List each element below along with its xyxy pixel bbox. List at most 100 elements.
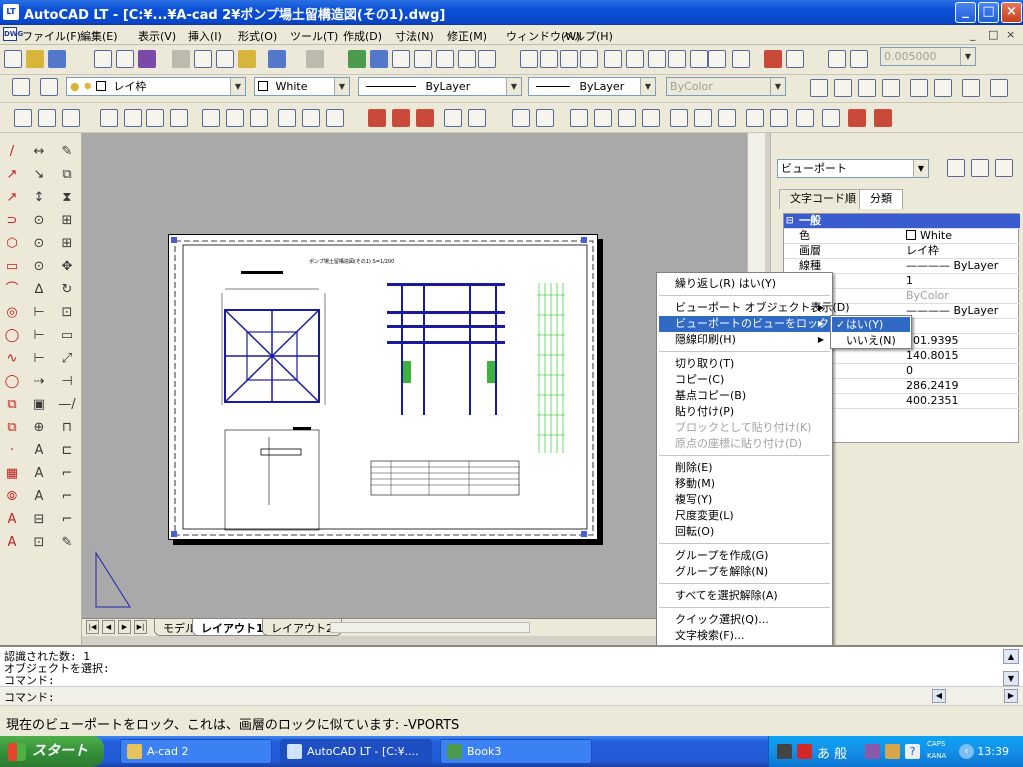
snap-tool-icon[interactable] (796, 109, 814, 127)
menu-item[interactable]: ファイル(F) (22, 28, 81, 44)
snap-tool-icon[interactable] (170, 109, 188, 127)
context-menu-item[interactable]: ビューポートのビューをロック(L) ▶ (659, 316, 844, 332)
context-menu-item[interactable]: 尺度変更(L) (659, 508, 830, 524)
snap-tool-icon[interactable] (302, 109, 320, 127)
dimension-tool-icon[interactable]: ⊡ (30, 534, 48, 552)
snap-tool-icon[interactable] (100, 109, 118, 127)
draw-tool-icon[interactable]: A (3, 534, 21, 552)
snap-tool-icon[interactable] (368, 109, 386, 127)
start-button[interactable]: スタート (0, 736, 104, 767)
toolbar-tool-icon[interactable] (436, 50, 454, 68)
toolbar-tool-icon[interactable] (732, 50, 750, 68)
context-menu-item[interactable]: すべてを選択解除(A) (659, 588, 830, 604)
toolbar-tool-icon[interactable] (540, 50, 558, 68)
snap-tool-icon[interactable] (416, 109, 434, 127)
paste-icon[interactable] (216, 50, 234, 68)
snap-tool-icon[interactable] (822, 109, 840, 127)
zoom-tool-icon[interactable] (934, 79, 952, 97)
menu-item[interactable]: 編集(E) (80, 28, 118, 44)
dimension-tool-icon[interactable]: ⊢ (30, 350, 48, 368)
dimension-tool-icon[interactable]: ⊟ (30, 511, 48, 529)
cut-icon[interactable] (172, 50, 190, 68)
doc-close-button[interactable]: × (1006, 28, 1015, 41)
snap-tool-icon[interactable] (444, 109, 462, 127)
zoom-icon[interactable] (370, 50, 388, 68)
snap-tool-icon[interactable] (594, 109, 612, 127)
match-icon[interactable] (238, 50, 256, 68)
snap-tool-icon[interactable] (226, 109, 244, 127)
modify-tool-icon[interactable]: ▭ (58, 327, 76, 345)
snap-tool-icon[interactable] (670, 109, 688, 127)
menu-item[interactable]: ツール(T) (290, 28, 338, 44)
draw-tool-icon[interactable]: ⊃ (3, 212, 21, 230)
context-menu-item[interactable]: 移動(M) (659, 476, 830, 492)
dimension-tool-icon[interactable]: ⊢ (30, 304, 48, 322)
toolbar-tool-icon[interactable] (828, 50, 846, 68)
dimension-tool-icon[interactable]: ↘ (30, 166, 48, 184)
layer-previous-icon[interactable] (40, 78, 58, 96)
chevron-left-icon[interactable]: ‹ (959, 744, 974, 759)
dimension-tool-icon[interactable]: ⊙ (30, 212, 48, 230)
draw-tool-icon[interactable]: ⧉ (3, 419, 21, 437)
modify-tool-icon[interactable]: ✎ (58, 143, 76, 161)
menu-item[interactable]: 表示(V) (138, 28, 176, 44)
draw-tool-icon[interactable]: ⦾ (3, 488, 21, 506)
command-input-bar[interactable]: コマンド: ◀ ▶ (0, 686, 1023, 705)
draw-tool-icon[interactable]: A (3, 511, 21, 529)
taskbar-button[interactable]: AutoCAD LT - [C:¥.... (280, 739, 432, 764)
menu-item[interactable]: 形式(O) (238, 28, 277, 44)
draw-tool-icon[interactable]: · (3, 442, 21, 460)
dimension-tool-icon[interactable]: A (30, 465, 48, 483)
modify-tool-icon[interactable]: ⌐ (58, 511, 76, 529)
submenu-item[interactable]: いいえ(N) (832, 333, 910, 348)
snap-tool-icon[interactable] (62, 109, 80, 127)
draw-tool-icon[interactable]: ◯ (3, 373, 21, 391)
keyboard-icon[interactable] (777, 744, 792, 759)
snap-tool-icon[interactable] (38, 109, 56, 127)
minimize-button[interactable]: _ (955, 2, 976, 23)
snap-tool-icon[interactable] (326, 109, 344, 127)
context-menu-item[interactable]: 隠線印刷(H) ▶ (659, 332, 830, 348)
snap-tool-icon[interactable] (146, 109, 164, 127)
dimension-tool-icon[interactable]: A (30, 488, 48, 506)
new-icon[interactable] (4, 50, 22, 68)
snap-tool-icon[interactable] (642, 109, 660, 127)
modify-tool-icon[interactable]: ⊡ (58, 304, 76, 322)
draw-tool-icon[interactable]: ⬡ (3, 235, 21, 253)
dimension-tool-icon[interactable]: ▣ (30, 396, 48, 414)
submenu-item[interactable]: ✓ はい(Y) (832, 317, 910, 332)
preview-icon[interactable] (116, 50, 134, 68)
doc-minimize-button[interactable]: _ (970, 28, 976, 41)
document-icon[interactable]: DWG (3, 27, 23, 41)
property-row[interactable]: 画層 レイ枠 (784, 244, 1020, 259)
zoom-tool-icon[interactable] (858, 79, 876, 97)
zoom-tool-icon[interactable] (990, 79, 1008, 97)
lineweight-select[interactable]: ByLayer ▼ (528, 77, 656, 96)
draw-tool-icon[interactable]: ∿ (3, 350, 21, 368)
snap-tool-icon[interactable] (202, 109, 220, 127)
snap-tool-icon[interactable] (694, 109, 712, 127)
context-menu-item[interactable]: 回転(O) (659, 524, 830, 540)
dimension-tool-icon[interactable]: ↔ (30, 143, 48, 161)
dimension-tool-icon[interactable]: ⊢ (30, 327, 48, 345)
ime-pad-icon[interactable] (885, 744, 900, 759)
context-menu-item[interactable]: コピー(C) (659, 372, 830, 388)
toolbar-tool-icon[interactable] (626, 50, 644, 68)
toolbar-tool-icon[interactable] (560, 50, 578, 68)
snap-tool-icon[interactable] (392, 109, 410, 127)
menu-item[interactable]: 作成(D) (343, 28, 382, 44)
layout-paper[interactable]: ポンプ場土留構造図(その1) S=1/200 (168, 234, 598, 540)
menu-item[interactable]: ヘルプ(H) (563, 28, 613, 44)
maximize-button[interactable]: □ (978, 2, 999, 23)
draw-tool-icon[interactable]: ▭ (3, 258, 21, 276)
property-category[interactable]: ⊟ 一般 (784, 214, 1020, 229)
toolbar-tool-icon[interactable] (458, 50, 476, 68)
prev-tab-button[interactable]: ◀ (102, 620, 115, 634)
draw-tool-icon[interactable]: / (3, 143, 21, 161)
context-menu-item[interactable]: 基点コピー(B) (659, 388, 830, 404)
zoom-tool-icon[interactable] (882, 79, 900, 97)
snap-tool-icon[interactable] (124, 109, 142, 127)
toggle-pickadd-icon[interactable] (947, 159, 965, 177)
dimension-tool-icon[interactable]: ⊕ (30, 419, 48, 437)
ime-tools-icon[interactable] (865, 744, 880, 759)
